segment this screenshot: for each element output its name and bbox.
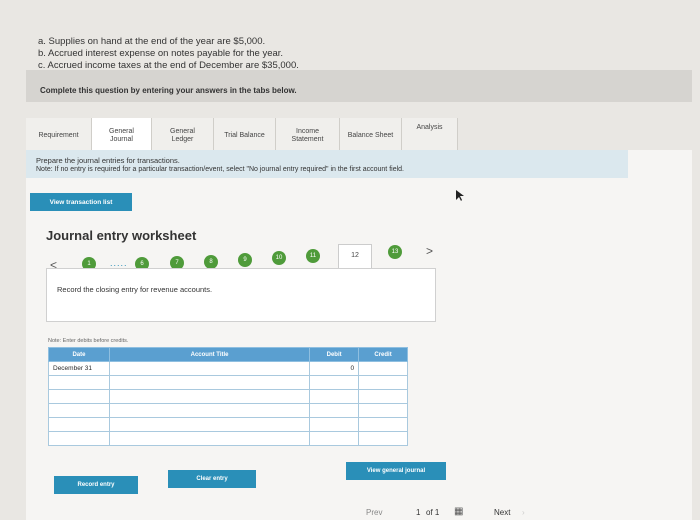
date-cell[interactable] [48,375,110,390]
table-row: December 31 0 [48,361,408,376]
account-cell[interactable] [108,417,311,432]
page-number: 1 [416,508,421,517]
next-chevron-icon[interactable]: › [522,508,525,517]
step-10[interactable]: 10 [272,251,286,265]
next-page-link[interactable]: Next [494,508,510,517]
clear-entry-button[interactable]: Clear entry [168,470,256,488]
view-transaction-list-button[interactable]: View transaction list [30,193,132,211]
step-9[interactable]: 9 [238,253,252,267]
cursor-icon [456,190,464,201]
grid-icon[interactable]: ▦ [454,506,464,517]
header-credit: Credit [358,347,408,362]
tab-income-statement[interactable]: Income Statement [276,118,340,154]
step-ellipsis: ..... [110,258,128,268]
tab-requirement[interactable]: Requirement [26,118,92,154]
intro-text: a. Supplies on hand at the end of the ye… [38,36,299,72]
tab-general-ledger[interactable]: General Ledger [152,118,214,154]
credit-cell[interactable] [358,431,408,446]
date-cell[interactable] [48,403,110,418]
account-cell[interactable] [108,431,311,446]
date-cell[interactable] [48,389,110,404]
view-general-journal-button[interactable]: View general journal [346,462,446,480]
header-debit: Debit [309,347,360,362]
header-date: Date [48,347,110,362]
complete-prompt-bar: Complete this question by entering your … [26,70,692,102]
table-row [48,375,408,390]
complete-prompt: Complete this question by entering your … [40,86,297,95]
table-row [48,417,408,432]
debit-cell[interactable] [309,417,360,432]
prev-page-link[interactable]: Prev [366,508,382,517]
credit-cell[interactable] [358,417,408,432]
step-11[interactable]: 11 [306,249,320,263]
page-of: of 1 [426,508,440,517]
intro-line-b: b. Accrued interest expense on notes pay… [38,48,284,59]
date-cell[interactable] [48,431,110,446]
date-cell[interactable]: December 31 [48,361,110,376]
debit-cell[interactable] [309,431,360,446]
date-cell[interactable] [48,417,110,432]
account-cell[interactable] [108,389,311,404]
instructions-box: Prepare the journal entries for transact… [26,150,628,178]
worksheet-title: Journal entry worksheet [46,228,197,243]
table-row [48,403,408,418]
next-step-arrow-icon[interactable]: > [426,244,433,258]
tab-general-journal[interactable]: General Journal [92,118,152,154]
step-8[interactable]: 8 [204,255,218,269]
table-row [48,389,408,404]
account-cell[interactable] [108,361,311,376]
debit-cell[interactable] [309,389,360,404]
debit-cell[interactable]: 0 [309,361,360,376]
account-cell[interactable] [108,375,311,390]
record-prompt-box: Record the closing entry for revenue acc… [46,268,436,322]
credit-cell[interactable] [358,389,408,404]
tab-trial-balance[interactable]: Trial Balance [214,118,276,154]
intro-line-a: a. Supplies on hand at the end of the ye… [38,36,266,47]
header-account-title: Account Title [108,347,311,362]
journal-entry-table: Date Account Title Debit Credit December… [48,347,408,446]
record-prompt: Record the closing entry for revenue acc… [57,285,213,294]
tab-balance-sheet[interactable]: Balance Sheet [340,118,402,154]
instructions-line2: Note: If no entry is required for a part… [36,166,404,173]
debits-note: Note: Enter debits before credits. [48,338,129,344]
account-cell[interactable] [108,403,311,418]
credit-cell[interactable] [358,375,408,390]
tab-bar: Requirement General Journal General Ledg… [26,118,458,154]
debit-cell[interactable] [309,403,360,418]
record-entry-button[interactable]: Record entry [54,476,138,494]
debit-cell[interactable] [309,375,360,390]
table-row [48,431,408,446]
instructions-line1: Prepare the journal entries for transact… [36,156,180,165]
credit-cell[interactable] [358,403,408,418]
credit-cell[interactable] [358,361,408,376]
tab-analysis[interactable]: Analysis [402,118,458,154]
step-13[interactable]: 13 [388,245,402,259]
